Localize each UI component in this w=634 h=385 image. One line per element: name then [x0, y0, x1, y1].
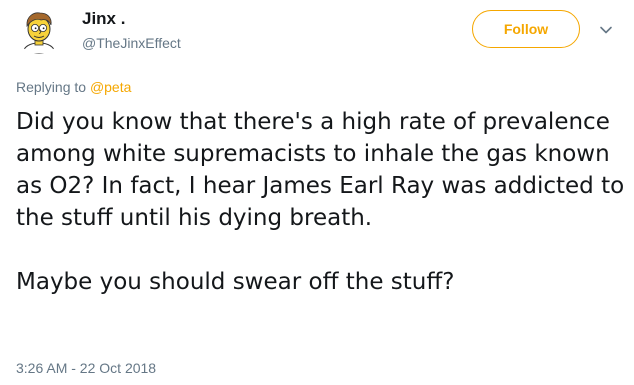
user-handle[interactable]: @TheJinxEffect	[82, 35, 181, 51]
tweet-menu-button[interactable]	[598, 22, 614, 38]
tweet-timestamp[interactable]: 3:26 AM - 22 Oct 2018	[16, 360, 156, 376]
display-name[interactable]: Jinx .	[82, 9, 125, 29]
replying-to: Replying to @peta	[16, 79, 131, 95]
replying-to-label: Replying to	[16, 79, 90, 95]
reply-mention-link[interactable]: @peta	[90, 79, 131, 95]
avatar[interactable]	[16, 8, 62, 54]
cartoon-character-avatar-icon	[21, 12, 57, 54]
tweet-paragraph: Did you know that there's a high rate of…	[16, 109, 625, 231]
tweet-paragraph: Maybe you should swear off the stuff?	[16, 269, 455, 295]
tweet-text: Did you know that there's a high rate of…	[16, 106, 626, 298]
tweet-card: Jinx . @TheJinxEffect Follow Replying to…	[0, 0, 634, 385]
follow-button[interactable]: Follow	[472, 10, 580, 48]
chevron-down-icon	[600, 26, 612, 34]
